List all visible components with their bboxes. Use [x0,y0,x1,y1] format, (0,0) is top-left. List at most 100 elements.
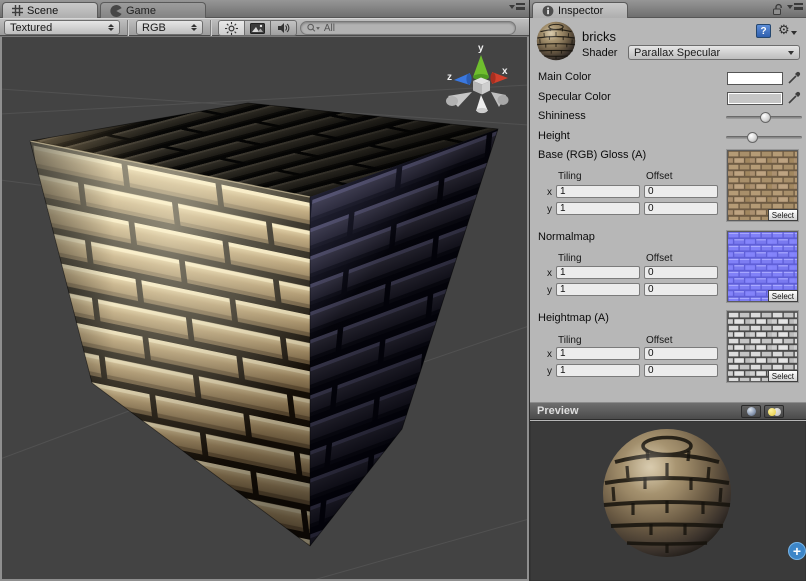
height-slider[interactable] [726,136,802,139]
preview-header[interactable]: Preview [530,402,806,420]
base-select-button[interactable]: Select [768,209,798,221]
tab-inspector-label: Inspector [558,5,603,17]
search-icon [307,23,320,33]
tab-inspector[interactable]: Inspector [532,2,628,18]
eyedropper-icon[interactable] [787,91,801,105]
scene-viewport[interactable]: y z x [0,37,529,581]
height-offset-x-input[interactable] [644,347,718,360]
tiling-header: Tiling [558,171,582,182]
normalmap-thumbnail[interactable]: Select [727,231,798,302]
gear-icon[interactable]: ⚙ [778,22,797,38]
render-mode-value: Textured [10,22,104,34]
scene-toolbar: Textured RGB [0,18,529,36]
height-tiling-y-input[interactable] [556,364,640,377]
base-offset-x-input[interactable] [644,185,718,198]
main-color-swatch[interactable] [727,72,783,85]
gizmo-y-label: y [478,43,484,54]
skybox-toggle-button[interactable] [244,20,271,36]
dropdown-triangle-icon [791,31,797,35]
dropdown-triangle-icon [788,51,794,55]
base-tiling-x-input[interactable] [556,185,640,198]
color-channel-value: RGB [142,22,187,34]
shader-label: Shader [582,47,617,59]
material-name: bricks [582,29,616,44]
toolbar-separator [210,20,211,36]
tab-scene[interactable]: Scene [2,2,98,18]
shader-dropdown[interactable]: Parallax Specular [628,45,800,60]
inspector-tabbar: Inspector [530,0,806,18]
scene-grid-icon [12,5,23,16]
height-slider-knob[interactable] [747,132,758,143]
base-texture-thumbnail[interactable]: Select [727,150,798,221]
normal-tiling-x-input[interactable] [556,266,640,279]
sun-icon [225,22,238,35]
x-axis-label: x [547,349,552,360]
scene-toggle-group [218,20,297,36]
dropdown-triangle-icon [787,5,793,9]
tab-game-label: Game [126,5,156,17]
preview-area[interactable]: + [530,421,806,581]
lock-icon[interactable] [772,3,784,16]
x-axis-label: x [547,187,552,198]
light-on-icon [768,408,776,416]
info-icon [542,5,554,17]
x-axis-label: x [547,268,552,279]
shininess-slider-knob[interactable] [760,112,771,123]
toolbar-separator [127,20,128,36]
eyedropper-icon[interactable] [787,71,801,85]
search-input[interactable] [324,23,509,34]
menu-lines-icon [794,3,803,10]
base-texture-label: Base (RGB) Gloss (A) [538,149,646,161]
y-axis-label: y [547,204,552,215]
add-button[interactable]: + [788,542,806,560]
scene-panel: Scene Game Textured RGB [0,0,529,581]
updown-arrows-icon [108,24,114,31]
normalmap-select-button[interactable]: Select [768,290,798,302]
audio-toggle-button[interactable] [270,20,297,36]
specular-color-swatch[interactable] [727,92,783,105]
material-preview-thumbnail [536,21,576,61]
height-label: Height [538,130,570,142]
tab-game[interactable]: Game [100,2,206,18]
base-tiling-y-input[interactable] [556,202,640,215]
updown-arrows-icon [191,24,197,31]
sphere-icon [747,407,756,416]
main-color-label: Main Color [538,71,591,83]
tiling-header: Tiling [558,253,582,264]
shininess-slider[interactable] [726,116,802,119]
specular-color-label: Specular Color [538,91,611,103]
scene-search-field[interactable] [300,21,516,35]
normalmap-label: Normalmap [538,231,595,243]
base-offset-y-input[interactable] [644,202,718,215]
game-icon [110,5,122,17]
normal-offset-y-input[interactable] [644,283,718,296]
offset-header: Offset [646,253,673,264]
normal-offset-x-input[interactable] [644,266,718,279]
menu-lines-icon [516,3,525,10]
help-icon[interactable]: ? [756,24,771,38]
height-offset-y-input[interactable] [644,364,718,377]
scene-tab-menu-icon[interactable] [509,3,525,10]
tiling-header: Tiling [558,335,582,346]
heightmap-select-button[interactable]: Select [768,370,798,382]
image-icon [250,23,265,34]
preview-sphere-button[interactable] [741,405,761,418]
scene-3d-view: y z x [0,37,529,581]
height-tiling-x-input[interactable] [556,347,640,360]
dropdown-triangle-icon [509,5,515,9]
render-mode-dropdown[interactable]: Textured [4,20,120,35]
scene-tabbar: Scene Game [0,0,529,18]
offset-header: Offset [646,171,673,182]
inspector-menu-icon[interactable] [787,3,803,10]
material-preview-render [530,421,806,581]
preview-lighting-button[interactable] [764,405,784,418]
heightmap-thumbnail[interactable]: Select [727,311,798,382]
lighting-toggle-button[interactable] [218,20,245,36]
y-axis-label: y [547,285,552,296]
shininess-label: Shininess [538,110,586,122]
normal-tiling-y-input[interactable] [556,283,640,296]
shader-value: Parallax Specular [634,47,784,59]
gizmo-x-label: x [502,66,508,77]
offset-header: Offset [646,335,673,346]
color-channel-dropdown[interactable]: RGB [136,20,203,35]
